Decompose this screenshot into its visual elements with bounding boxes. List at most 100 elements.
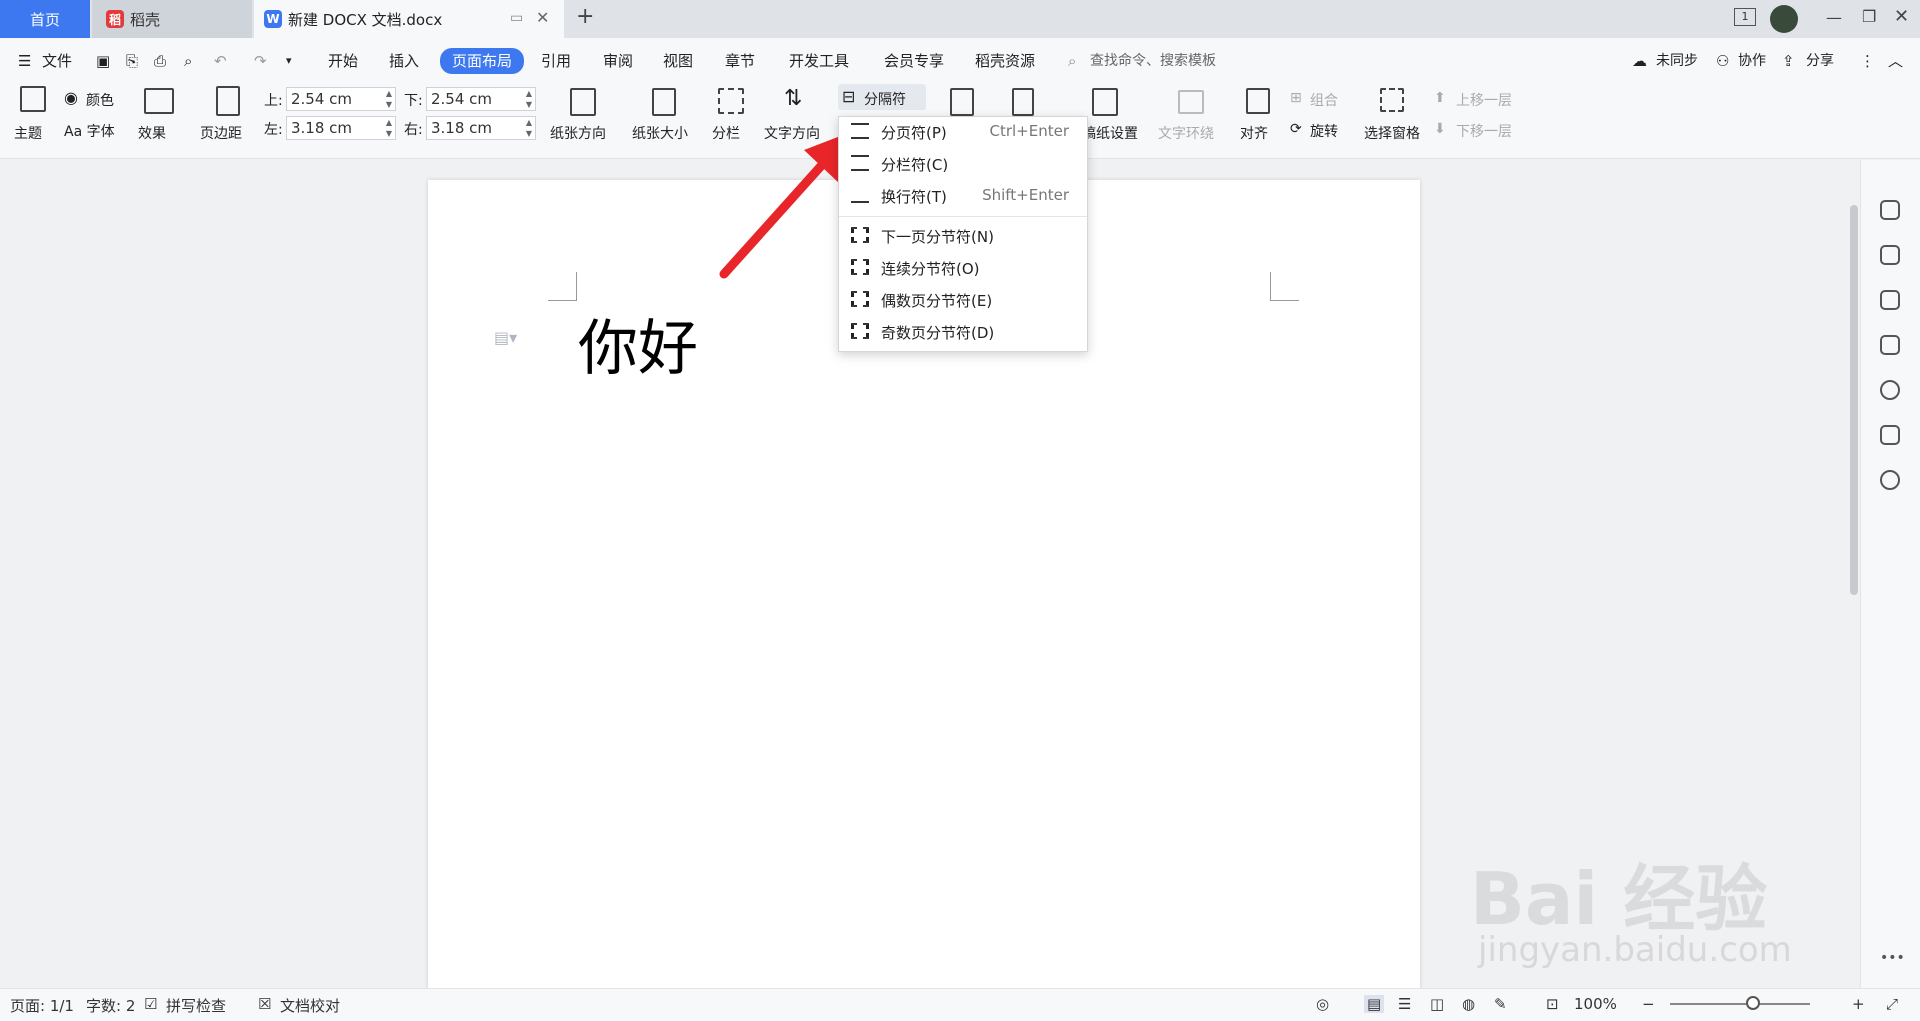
fit-page-icon[interactable]: ⊡ bbox=[1546, 995, 1559, 1013]
save-icon[interactable]: ▣ bbox=[96, 50, 110, 72]
margin-left-input[interactable]: 3.18 cm ▲ ▼ bbox=[286, 116, 396, 140]
avatar[interactable] bbox=[1770, 5, 1798, 33]
page-break-item[interactable]: 分页符(P) Ctrl+Enter bbox=[839, 117, 1087, 147]
paper-setting-icon[interactable] bbox=[1092, 88, 1118, 116]
font-button[interactable]: Aa 字体 bbox=[64, 121, 115, 141]
minimize-icon[interactable]: — bbox=[1826, 8, 1842, 27]
margins-icon[interactable] bbox=[216, 86, 240, 116]
tab-daoke[interactable]: 稻 稻壳 bbox=[92, 0, 252, 38]
sync-status[interactable]: 未同步 bbox=[1656, 50, 1698, 72]
menu-developer[interactable]: 开发工具 bbox=[789, 50, 849, 72]
pen-icon[interactable] bbox=[1880, 245, 1900, 265]
zoom-out-icon[interactable]: − bbox=[1642, 995, 1655, 1013]
search-command-input[interactable]: 查找命令、搜索模板 bbox=[1090, 50, 1216, 72]
page-count[interactable]: 页面: 1/1 bbox=[10, 995, 74, 1016]
undo-icon[interactable]: ↶ bbox=[214, 50, 227, 72]
menu-file[interactable]: 文件 bbox=[42, 50, 72, 72]
redo-icon[interactable]: ↷ bbox=[254, 50, 267, 72]
chevron-down-icon[interactable]: ▾ bbox=[286, 50, 292, 72]
next-page-section-break-item[interactable]: 下一页分节符(N) bbox=[839, 221, 1087, 251]
export-pdf-icon[interactable]: ⎘ bbox=[126, 50, 138, 72]
help-icon[interactable] bbox=[1880, 380, 1900, 400]
outline-view-icon[interactable]: ☰ bbox=[1398, 995, 1411, 1013]
menu-section[interactable]: 章节 bbox=[725, 50, 755, 72]
menu-member[interactable]: 会员专享 bbox=[884, 50, 944, 72]
margins-button[interactable]: 页边距 bbox=[200, 123, 242, 143]
menu-review[interactable]: 审阅 bbox=[603, 50, 633, 72]
spell-check-icon[interactable]: ☑ bbox=[144, 995, 157, 1013]
palette-icon[interactable]: ◉ bbox=[64, 88, 78, 107]
spinner-icon[interactable]: ▲ ▼ bbox=[526, 117, 532, 139]
spinner-icon[interactable]: ▲ ▼ bbox=[526, 88, 532, 110]
cursor-icon[interactable] bbox=[1880, 290, 1900, 310]
zoom-slider-handle[interactable] bbox=[1746, 996, 1760, 1010]
lightning-icon[interactable] bbox=[1880, 470, 1900, 490]
more-dots-icon[interactable]: ••• bbox=[1880, 950, 1905, 966]
zoom-in-icon[interactable]: + bbox=[1852, 995, 1865, 1013]
selection-pane-icon[interactable] bbox=[1380, 88, 1404, 112]
effect-icon[interactable] bbox=[144, 88, 174, 114]
search-icon[interactable]: ⌕ bbox=[1068, 50, 1076, 72]
continuous-section-break-item[interactable]: 连续分节符(O) bbox=[839, 253, 1087, 283]
cloud-sync-icon[interactable]: ☁ bbox=[1632, 50, 1647, 72]
close-window-icon[interactable]: ✕ bbox=[1894, 6, 1909, 27]
document-text[interactable]: 你好 bbox=[578, 300, 698, 387]
write-mode-icon[interactable]: ✎ bbox=[1494, 995, 1507, 1013]
restore-icon[interactable]: ❐ bbox=[1862, 7, 1876, 26]
menu-view[interactable]: 视图 bbox=[663, 50, 693, 72]
spell-check-button[interactable]: 拼写检查 bbox=[166, 995, 226, 1016]
menu-insert[interactable]: 插入 bbox=[389, 50, 419, 72]
hamburger-icon[interactable]: ☰ bbox=[18, 50, 31, 72]
margin-bottom-input[interactable]: 2.54 cm ▲ ▼ bbox=[426, 87, 536, 111]
watermark-icon[interactable] bbox=[950, 88, 974, 116]
theme-icon[interactable] bbox=[20, 86, 46, 112]
collapse-ribbon-icon[interactable]: ︿ bbox=[1888, 50, 1903, 72]
paper-setting-button[interactable]: 稿纸设置 bbox=[1082, 123, 1138, 143]
rocket-icon[interactable] bbox=[1880, 200, 1900, 220]
orientation-icon[interactable] bbox=[570, 88, 596, 116]
print-preview-icon[interactable]: ⌕ bbox=[184, 50, 192, 72]
scrollbar-thumb[interactable] bbox=[1850, 205, 1858, 595]
rotate-button[interactable]: 旋转 bbox=[1310, 121, 1338, 141]
reading-view-icon[interactable]: ◫ bbox=[1430, 995, 1444, 1013]
proofread-button[interactable]: 文档校对 bbox=[280, 995, 340, 1016]
zoom-slider[interactable] bbox=[1670, 1003, 1810, 1005]
page-border-icon[interactable] bbox=[1012, 88, 1034, 116]
print-icon[interactable]: ⎙ bbox=[154, 50, 166, 72]
text-direction-icon[interactable]: ⇅ bbox=[784, 86, 802, 111]
paper-size-icon[interactable] bbox=[652, 88, 676, 116]
paper-size-button[interactable]: 纸张大小 bbox=[632, 123, 688, 143]
menu-references[interactable]: 引用 bbox=[541, 50, 571, 72]
image-tools-icon[interactable] bbox=[1880, 425, 1900, 445]
column-break-item[interactable]: 分栏符(C) bbox=[839, 149, 1087, 179]
settings-sliders-icon[interactable] bbox=[1880, 335, 1900, 355]
tab-home[interactable]: 首页 bbox=[0, 0, 90, 38]
fullscreen-icon[interactable]: ⤢ bbox=[1886, 995, 1898, 1013]
odd-page-section-break-item[interactable]: 奇数页分节符(D) bbox=[839, 317, 1087, 347]
more-icon[interactable]: ⋮ bbox=[1860, 50, 1875, 72]
new-tab-button[interactable]: + bbox=[576, 4, 594, 29]
columns-icon[interactable] bbox=[718, 88, 744, 114]
menu-start[interactable]: 开始 bbox=[328, 50, 358, 72]
share-icon[interactable]: ⇪ bbox=[1782, 50, 1795, 72]
even-page-section-break-item[interactable]: 偶数页分节符(E) bbox=[839, 285, 1087, 315]
color-button[interactable]: 颜色 bbox=[86, 90, 114, 110]
orientation-button[interactable]: 纸张方向 bbox=[550, 123, 606, 143]
spinner-icon[interactable]: ▲ ▼ bbox=[386, 117, 392, 139]
eye-protection-icon[interactable]: ◎ bbox=[1316, 995, 1329, 1013]
word-count[interactable]: 字数: 2 bbox=[86, 995, 135, 1016]
close-tab-icon[interactable]: ✕ bbox=[536, 8, 549, 27]
zoom-level[interactable]: 100% bbox=[1574, 995, 1617, 1013]
collab-button[interactable]: 协作 bbox=[1738, 50, 1766, 72]
share-button[interactable]: 分享 bbox=[1806, 50, 1834, 72]
window-count-icon[interactable]: 1 bbox=[1734, 8, 1756, 26]
web-view-icon[interactable]: ◍ bbox=[1462, 995, 1475, 1013]
menu-page-layout[interactable]: 页面布局 bbox=[440, 48, 525, 74]
line-break-item[interactable]: 换行符(T) Shift+Enter bbox=[839, 181, 1087, 211]
theme-button[interactable]: 主题 bbox=[14, 123, 42, 143]
margin-right-input[interactable]: 3.18 cm ▲ ▼ bbox=[426, 116, 536, 140]
selection-pane-button[interactable]: 选择窗格 bbox=[1364, 123, 1420, 143]
align-button[interactable]: 对齐 bbox=[1240, 123, 1268, 143]
breaks-button[interactable]: ⊟ 分隔符 bbox=[838, 84, 926, 110]
menu-daoke-resources[interactable]: 稻壳资源 bbox=[975, 50, 1035, 72]
